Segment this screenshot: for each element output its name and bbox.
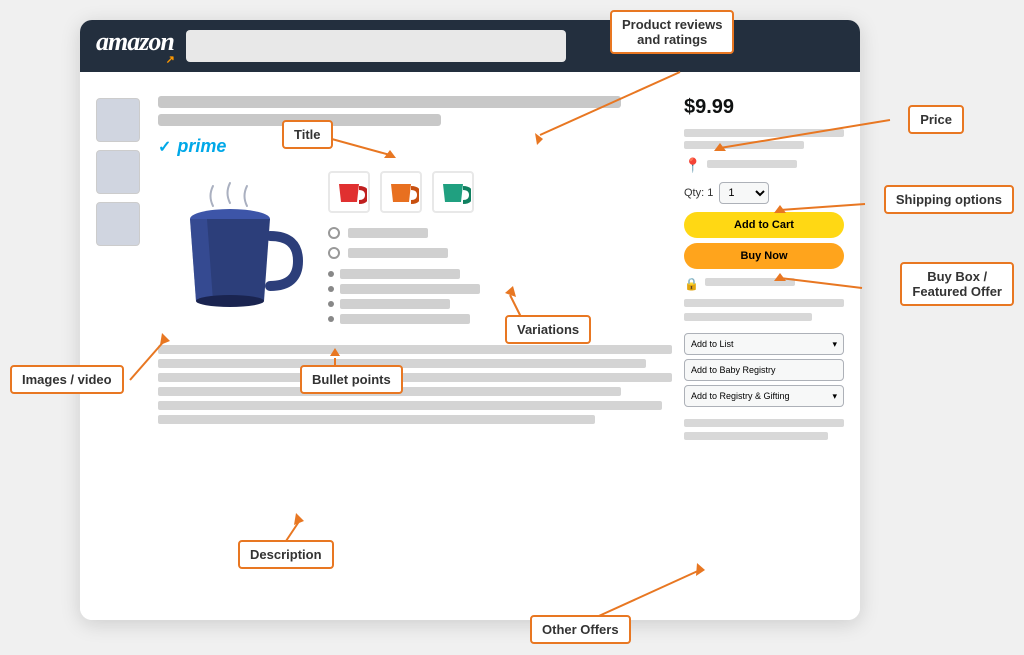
thumbnail-1[interactable] — [96, 98, 140, 142]
bullet-section — [328, 269, 672, 324]
bullet-dot-2 — [328, 286, 334, 292]
reviews-bar-2 — [684, 141, 804, 149]
product-center: ✓ prime — [158, 88, 672, 604]
secure-bar — [705, 278, 795, 286]
qty-row: Qty: 1 1 2 3 — [684, 182, 844, 204]
desc-bar-5 — [158, 401, 662, 410]
browser-window: amazon ↗ ✓ prime — [80, 20, 860, 620]
bullet-text-2 — [340, 284, 480, 294]
price-display: $9.99 — [684, 96, 844, 119]
annotation-other-offers: Other Offers — [530, 615, 631, 644]
bullet-dot-1 — [328, 271, 334, 277]
product-image[interactable] — [158, 171, 308, 321]
search-bar[interactable] — [186, 30, 566, 62]
radio-1[interactable] — [328, 227, 340, 239]
radio-row-2 — [328, 247, 672, 259]
reviews-bar-1 — [684, 129, 844, 137]
add-baby-registry-button[interactable]: Add to Baby Registry — [684, 359, 844, 381]
qty-label: Qty: 1 — [684, 187, 713, 199]
variation-orange[interactable] — [380, 171, 422, 213]
desc-bar-3 — [158, 373, 672, 382]
right-product-info — [328, 171, 672, 329]
location-pin-icon: 📍 — [684, 157, 701, 174]
annotation-title: Title — [282, 120, 333, 149]
prime-checkmark: ✓ — [158, 137, 171, 157]
annotation-price: Price — [908, 105, 964, 134]
bullet-3 — [328, 299, 672, 309]
thumbnail-2[interactable] — [96, 150, 140, 194]
lock-row: 🔒 — [684, 277, 844, 291]
lock-icon: 🔒 — [684, 277, 699, 291]
amazon-logo: amazon ↗ — [96, 27, 174, 66]
bullet-4 — [328, 314, 672, 324]
qty-select[interactable]: 1 2 3 — [719, 182, 769, 204]
other-bar-2 — [684, 432, 828, 440]
radio-label-1 — [348, 228, 428, 238]
desc-bar-1 — [158, 345, 672, 354]
variations-row — [328, 171, 672, 213]
annotation-bullets: Bullet points — [300, 365, 403, 394]
info-bar-1 — [684, 299, 844, 307]
prime-label: prime — [177, 136, 226, 157]
bullet-text-3 — [340, 299, 450, 309]
shipping-bar — [707, 160, 797, 168]
add-registry-button[interactable]: Add to Registry & Gifting ▾ — [684, 385, 844, 407]
other-bar-1 — [684, 419, 844, 427]
shipping-row: 📍 — [684, 157, 844, 174]
title-bar-1 — [158, 96, 621, 108]
annotation-product-reviews: Product reviews and ratings — [610, 10, 734, 54]
bullet-text-1 — [340, 269, 460, 279]
add-to-list-button[interactable]: Add to List ▾ — [684, 333, 844, 355]
page-content: ✓ prime — [80, 72, 860, 620]
bullet-dot-3 — [328, 301, 334, 307]
annotation-variations: Variations — [505, 315, 591, 344]
thumbnail-column — [96, 88, 146, 604]
other-offers-section — [684, 419, 844, 440]
bullet-2 — [328, 284, 672, 294]
amazon-header: amazon ↗ — [80, 20, 860, 72]
bullet-text-4 — [340, 314, 470, 324]
annotation-description: Description — [238, 540, 334, 569]
radio-2[interactable] — [328, 247, 340, 259]
info-bar-2 — [684, 313, 812, 321]
prime-row: ✓ prime — [158, 136, 672, 157]
desc-bar-6 — [158, 415, 595, 424]
mug-area — [158, 171, 672, 329]
variation-teal[interactable] — [432, 171, 474, 213]
add-to-cart-button[interactable]: Add to Cart — [684, 212, 844, 238]
buy-now-button[interactable]: Buy Now — [684, 243, 844, 269]
annotation-buy-box: Buy Box / Featured Offer — [900, 262, 1014, 306]
description-section — [158, 345, 672, 424]
annotation-shipping: Shipping options — [884, 185, 1014, 214]
variation-red[interactable] — [328, 171, 370, 213]
bullet-1 — [328, 269, 672, 279]
bullet-dot-4 — [328, 316, 334, 322]
radio-row-1 — [328, 227, 672, 239]
thumbnail-3[interactable] — [96, 202, 140, 246]
buy-box: $9.99 📍 Qty: 1 1 2 3 Add to Cart — [684, 88, 844, 604]
annotation-images: Images / video — [10, 365, 124, 394]
radio-label-2 — [348, 248, 448, 258]
